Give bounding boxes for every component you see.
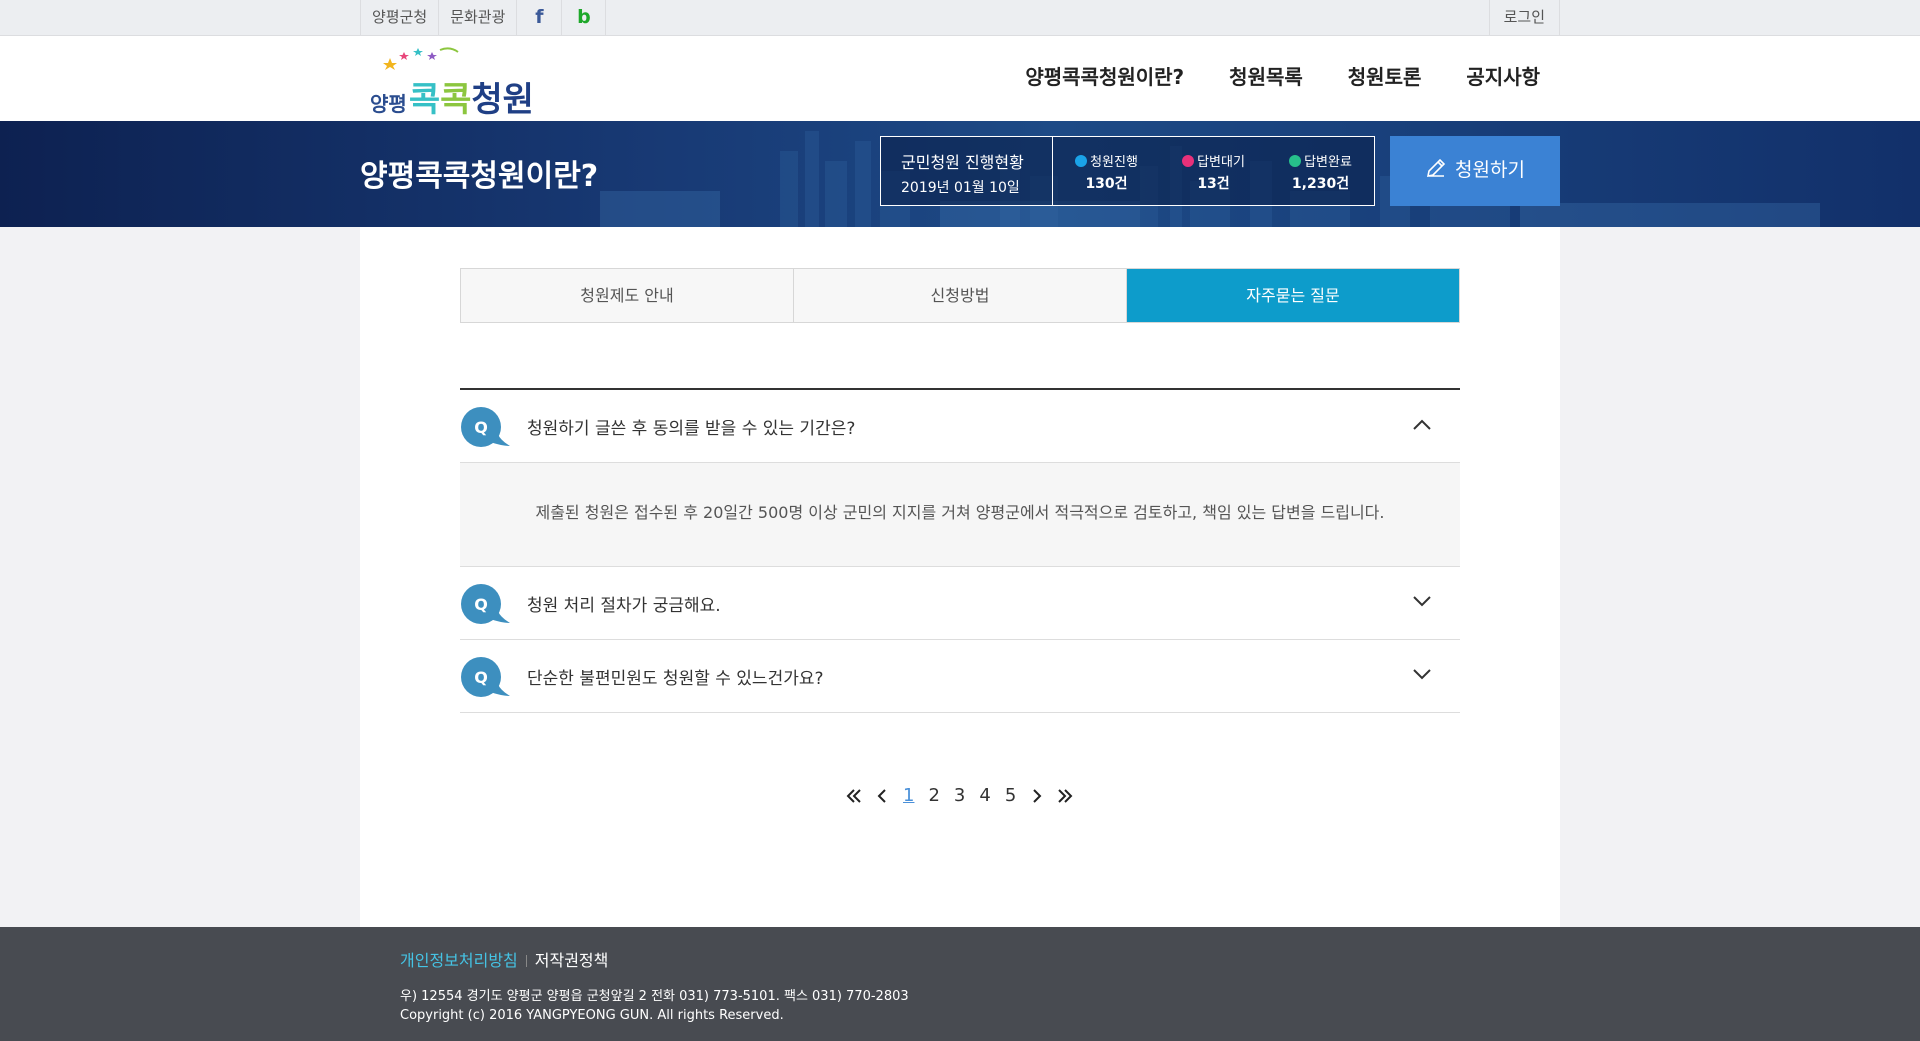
sub-tabs: 청원제도 안내 신청방법 자주묻는 질문 xyxy=(460,268,1460,323)
utility-bar: 양평군청 문화관광 f b 로그인 xyxy=(0,0,1920,36)
page-3[interactable]: 3 xyxy=(954,785,965,806)
blue-dot-icon xyxy=(1075,155,1088,167)
faq-item[interactable]: Q 청원 처리 절차가 궁금해요. xyxy=(460,567,1460,640)
footer-copyright: Copyright (c) 2016 YANGPYEONG GUN. All r… xyxy=(400,1008,784,1023)
stat-label: 청원진행 xyxy=(1090,155,1138,170)
chevron-down-icon[interactable] xyxy=(1412,594,1432,608)
top-links: 양평군청 문화관광 f b xyxy=(360,0,607,36)
logo-part-petition: 청원 xyxy=(471,80,534,120)
write-petition-button[interactable]: 청원하기 xyxy=(1390,136,1560,206)
logo-part-kok2: 콕 xyxy=(440,80,472,120)
write-petition-label: 청원하기 xyxy=(1455,159,1525,181)
main-content: 청원제도 안내 신청방법 자주묻는 질문 Q 청원하기 글쓴 후 동의를 받을 … xyxy=(360,227,1560,927)
facebook-icon[interactable]: f xyxy=(516,0,561,36)
status-date: 2019년 01월 10일 xyxy=(901,180,1020,196)
stat-label: 답변대기 xyxy=(1197,155,1245,170)
link-yangpyeong-county[interactable]: 양평군청 xyxy=(360,0,438,36)
faq-answer: 제출된 청원은 접수된 후 20일간 500명 이상 군민의 지지를 거쳐 양평… xyxy=(460,463,1460,567)
link-culture-tourism[interactable]: 문화관광 xyxy=(438,0,516,36)
q-bubble-icon: Q xyxy=(461,584,510,624)
pagination: 1 2 3 4 5 xyxy=(840,785,1079,806)
q-badge: Q xyxy=(474,595,488,614)
pink-dot-icon xyxy=(1182,155,1195,167)
stat-value: 130건 xyxy=(1085,176,1128,192)
band-icon[interactable]: b xyxy=(561,0,607,36)
chevron-up-icon[interactable] xyxy=(1412,417,1432,431)
site-footer: 개인정보처리방침 저작권정책 우) 12554 경기도 양평군 양평읍 군청앞길 … xyxy=(0,927,1920,1041)
page-4[interactable]: 4 xyxy=(979,785,990,806)
faq-list: Q 청원하기 글쓴 후 동의를 받을 수 있는 기간은? 제출된 청원은 접수된… xyxy=(460,388,1460,713)
stars-icon xyxy=(383,47,459,70)
footer-inner: 개인정보처리방침 저작권정책 우) 12554 경기도 양평군 양평읍 군청앞길 … xyxy=(400,947,1500,1023)
chevron-down-icon[interactable] xyxy=(1412,667,1432,681)
faq-question: 청원하기 글쓴 후 동의를 받을 수 있는 기간은? xyxy=(527,419,856,439)
tab-faq[interactable]: 자주묻는 질문 xyxy=(1127,269,1459,322)
logo-text: 양평콕콕청원 xyxy=(370,72,534,121)
divider xyxy=(525,955,527,967)
next-page-icon[interactable] xyxy=(1027,787,1047,805)
utility-bar-inner: 양평군청 문화관광 f b 로그인 xyxy=(360,0,1560,36)
tab-petition-guide[interactable]: 청원제도 안내 xyxy=(461,269,794,322)
site-header: 양평콕콕청원 양평콕콕청원이란? 청원목록 청원토론 공지사항 xyxy=(0,36,1920,121)
site-logo[interactable]: 양평콕콕청원 xyxy=(370,46,560,120)
copyright-policy-link[interactable]: 저작권정책 xyxy=(535,951,609,970)
page-5[interactable]: 5 xyxy=(1005,785,1016,806)
last-page-icon[interactable] xyxy=(1055,787,1075,805)
faq-question: 단순한 불편민원도 청원할 수 있느건가요? xyxy=(527,669,824,689)
stat-awaiting-answer: 답변대기 13건 xyxy=(1160,137,1267,205)
footer-links: 개인정보처리방침 저작권정책 xyxy=(400,947,1500,971)
q-bubble-icon: Q xyxy=(461,407,510,447)
banner-inner: 양평콕콕청원이란? 군민청원 진행현황 2019년 01월 10일 청원진행 1… xyxy=(360,121,1560,227)
status-date-cell: 군민청원 진행현황 2019년 01월 10일 xyxy=(881,137,1053,205)
stat-label: 답변완료 xyxy=(1304,155,1352,170)
nav-about[interactable]: 양평콕콕청원이란? xyxy=(1025,36,1184,121)
page-banner: 양평콕콕청원이란? 군민청원 진행현황 2019년 01월 10일 청원진행 1… xyxy=(0,121,1920,227)
pencil-icon xyxy=(1427,158,1446,178)
stat-value: 13건 xyxy=(1197,176,1230,192)
prev-page-icon[interactable] xyxy=(872,787,892,805)
faq-item[interactable]: Q 청원하기 글쓴 후 동의를 받을 수 있는 기간은? xyxy=(460,390,1460,463)
nav-notice[interactable]: 공지사항 xyxy=(1466,36,1540,121)
status-title: 군민청원 진행현황 xyxy=(901,153,1024,172)
q-badge: Q xyxy=(474,418,488,437)
nav-petition-debate[interactable]: 청원토론 xyxy=(1348,36,1422,121)
privacy-policy-link[interactable]: 개인정보처리방침 xyxy=(400,951,518,970)
stat-in-progress: 청원진행 130건 xyxy=(1053,137,1160,205)
page-title: 양평콕콕청원이란? xyxy=(360,159,599,194)
stat-value: 1,230건 xyxy=(1291,176,1350,192)
stat-answered: 답변완료 1,230건 xyxy=(1267,137,1374,205)
first-page-icon[interactable] xyxy=(844,787,864,805)
nav-petition-list[interactable]: 청원목록 xyxy=(1229,36,1303,121)
logo-part-kok1: 콕 xyxy=(408,80,441,120)
q-bubble-icon: Q xyxy=(461,657,510,697)
logo-part-yangpyeong: 양평 xyxy=(370,92,407,116)
q-badge: Q xyxy=(474,668,488,687)
header-inner: 양평콕콕청원 양평콕콕청원이란? 청원목록 청원토론 공지사항 xyxy=(360,36,1560,121)
green-dot-icon xyxy=(1289,155,1302,167)
login-link[interactable]: 로그인 xyxy=(1488,0,1560,36)
page-1[interactable]: 1 xyxy=(903,785,914,806)
petition-status-box: 군민청원 진행현황 2019년 01월 10일 청원진행 130건 답변대기 1… xyxy=(880,136,1375,206)
faq-item[interactable]: Q 단순한 불편민원도 청원할 수 있느건가요? xyxy=(460,640,1460,713)
faq-question: 청원 처리 절차가 궁금해요. xyxy=(527,596,721,616)
tab-how-to-apply[interactable]: 신청방법 xyxy=(794,269,1127,322)
page-2[interactable]: 2 xyxy=(928,785,939,806)
main-nav: 양평콕콕청원이란? 청원목록 청원토론 공지사항 xyxy=(980,36,1540,121)
footer-address: 우) 12554 경기도 양평군 양평읍 군청앞길 2 전화 031) 773-… xyxy=(400,989,909,1004)
